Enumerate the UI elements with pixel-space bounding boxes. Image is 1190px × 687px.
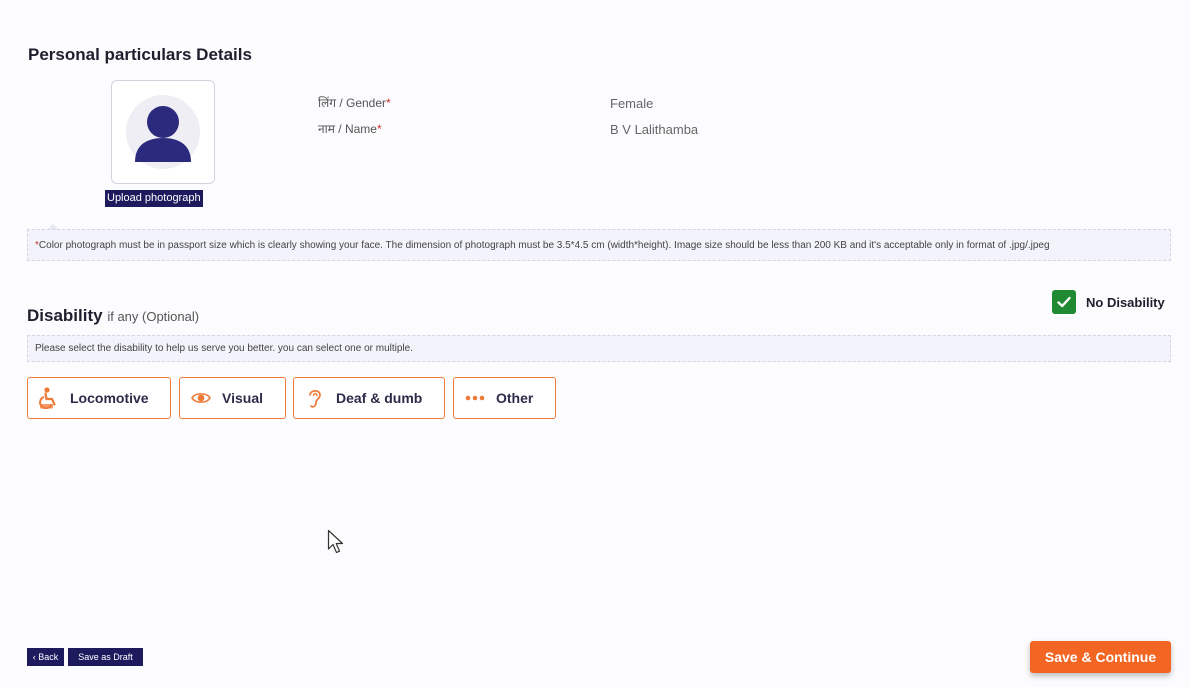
option-label: Locomotive [70,390,149,406]
disability-notice: Please select the disability to help us … [27,335,1171,362]
disability-option-deaf-dumb[interactable]: Deaf & dumb [293,377,445,419]
name-label-text: नाम / Name [318,122,377,136]
back-button[interactable]: ‹ Back [27,648,64,666]
gender-value: Female [610,96,654,111]
name-label: नाम / Name* [318,120,382,137]
eye-icon [190,387,212,409]
save-as-draft-button[interactable]: Save as Draft [68,648,143,666]
option-label: Other [496,390,534,406]
disability-option-other[interactable]: Other [453,377,556,419]
disability-title-text: Disability [27,306,103,325]
disability-subtitle: if any (Optional) [107,309,200,324]
save-and-continue-button[interactable]: Save & Continue [1030,641,1171,673]
disability-title: Disability if any (Optional) [27,306,199,326]
disability-option-visual[interactable]: Visual [179,377,286,419]
photo-notice: * Color photograph must be in passport si… [27,229,1171,261]
option-label: Visual [222,390,263,406]
photo-notice-text: Color photograph must be in passport siz… [38,239,1050,251]
disability-notice-text: Please select the disability to help us … [35,343,413,354]
section-title-personal: Personal particulars Details [28,45,252,64]
user-silhouette-icon [135,106,191,162]
required-mark: * [376,122,382,136]
dots-icon [464,387,486,409]
name-value: B V Lalithamba [610,122,699,137]
ear-icon [304,387,326,409]
option-label: Deaf & dumb [336,390,423,406]
mouse-cursor-icon [327,529,347,560]
disability-option-locomotive[interactable]: Locomotive [27,377,171,419]
required-mark: * [386,96,391,110]
avatar [126,95,200,169]
gender-label-text: लिंग / Gender [318,96,387,110]
checkmark-icon [1052,290,1076,314]
no-disability-label: No Disability [1086,294,1165,310]
wheelchair-icon [38,387,60,409]
gender-label: लिंग / Gender* [318,94,391,111]
upload-photograph-button[interactable]: Upload photograph [105,190,203,207]
no-disability-checkbox[interactable]: No Disability [1052,290,1165,314]
photo-preview[interactable] [111,80,215,184]
